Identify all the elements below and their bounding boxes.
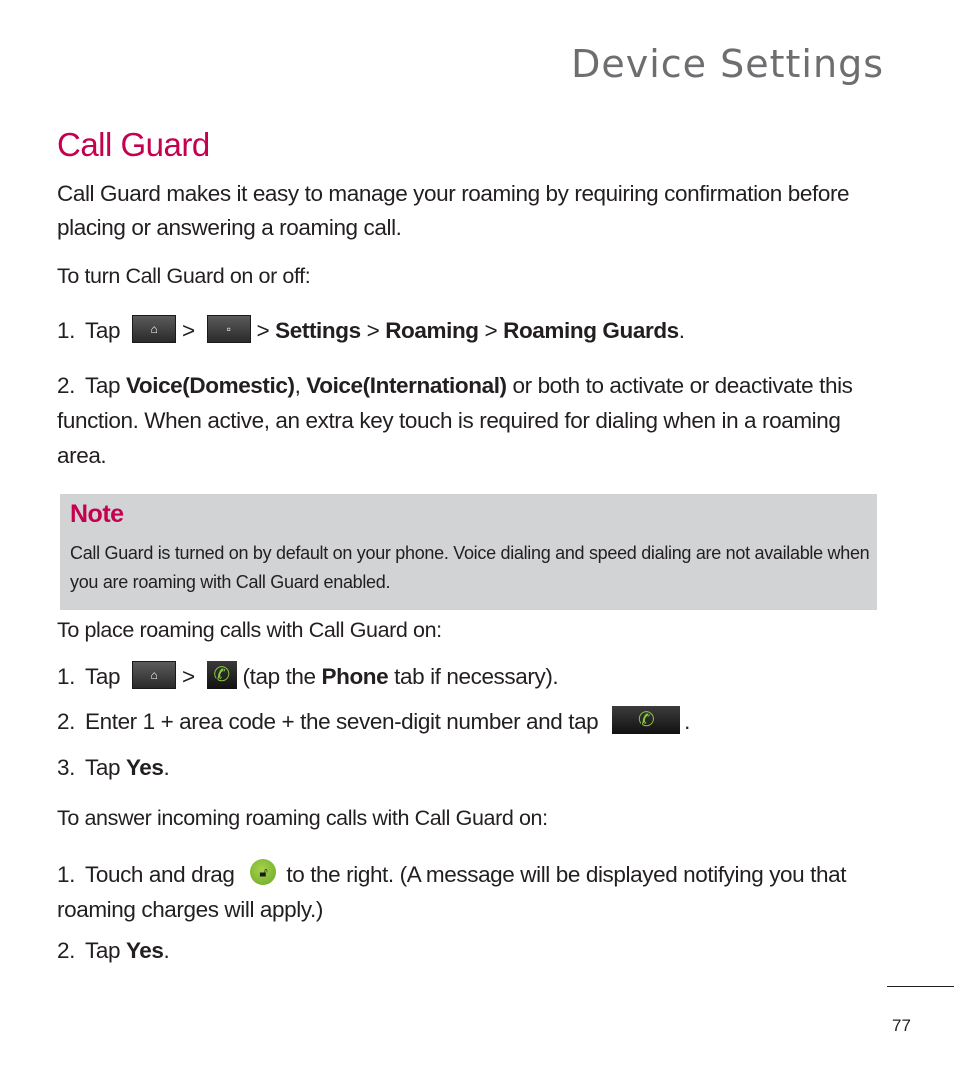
page-number: 77 <box>892 1016 911 1035</box>
period: . <box>678 318 685 343</box>
footer-rule <box>887 986 954 987</box>
separator: > <box>181 664 195 689</box>
home-key-icon: ⌂ <box>131 661 176 690</box>
tap-label: Tap <box>85 373 121 398</box>
separator: > <box>484 318 498 343</box>
text: tab if necessary). <box>394 664 559 689</box>
period: . <box>684 709 691 734</box>
option-voice-international: Voice(International) <box>306 373 507 398</box>
applications-key-icon: ▫ <box>206 315 251 344</box>
step-number: 1. <box>57 862 75 887</box>
place-step-3: 3. Tap Yes. <box>57 750 887 785</box>
period: . <box>163 938 170 963</box>
section-title: Call Guard <box>57 126 210 163</box>
separator: > <box>256 318 270 343</box>
home-key-icon: ⌂ <box>131 315 176 344</box>
answer-step-2: 2. Tap Yes. <box>57 933 887 968</box>
text: (tap the <box>242 664 317 689</box>
phone-app-icon: ✆ <box>206 661 237 690</box>
tap-label: Tap <box>85 318 121 343</box>
place-step-1: 1. Tap ⌂ > ✆ (tap the Phone tab if necessar… <box>57 659 887 694</box>
step-number: 1. <box>57 318 75 343</box>
subheading-place-calls: To place roaming calls with Call Guard o… <box>57 618 442 642</box>
turn-step-2: 2. Tap Voice(Domestic), Voice(Internation… <box>57 368 887 473</box>
step-number: 1. <box>57 664 75 689</box>
intro-paragraph: Call Guard makes it easy to manage your … <box>57 181 850 240</box>
separator: > <box>366 318 380 343</box>
phone-tab-label: Phone <box>321 664 389 689</box>
yes-label: Yes <box>125 755 164 780</box>
subheading-answer-calls: To answer incoming roaming calls with Ca… <box>57 806 548 830</box>
call-button-icon: ✆ <box>612 706 681 735</box>
option-voice-domestic: Voice(Domestic) <box>125 373 295 398</box>
subheading-turn-on-off: To turn Call Guard on or off: <box>57 264 311 288</box>
place-step-2: 2. Enter 1 + area code + the seven-digit … <box>57 704 887 739</box>
step-text: Touch and drag <box>85 862 235 887</box>
path-roaming: Roaming <box>385 318 479 343</box>
note-title: Note <box>70 500 124 528</box>
path-settings: Settings <box>275 318 361 343</box>
tap-label: Tap <box>85 755 121 780</box>
step-number: 2. <box>57 938 75 963</box>
step-number: 2. <box>57 709 75 734</box>
unlock-icon: 🔓︎ <box>250 859 277 886</box>
answer-step-1: 1. Touch and drag 🔓︎ to the right. (A mess… <box>57 857 887 927</box>
yes-label: Yes <box>125 938 164 963</box>
separator: > <box>181 318 195 343</box>
comma: , <box>294 373 301 398</box>
page-header-title: Device Settings <box>571 42 884 86</box>
note-box: Note Call Guard is turned on by default … <box>60 494 877 610</box>
tap-label: Tap <box>85 664 121 689</box>
period: . <box>163 755 170 780</box>
step-number: 3. <box>57 755 75 780</box>
turn-step-1: 1. Tap ⌂ > ▫ > Settings > Roaming > Roaming… <box>57 313 887 348</box>
step-number: 2. <box>57 373 75 398</box>
note-body: Call Guard is turned on by default on yo… <box>70 543 870 592</box>
path-roaming-guards: Roaming Guards <box>503 318 679 343</box>
tap-label: Tap <box>85 938 121 963</box>
step-text: Enter 1 + area code + the seven-digit nu… <box>85 709 599 734</box>
